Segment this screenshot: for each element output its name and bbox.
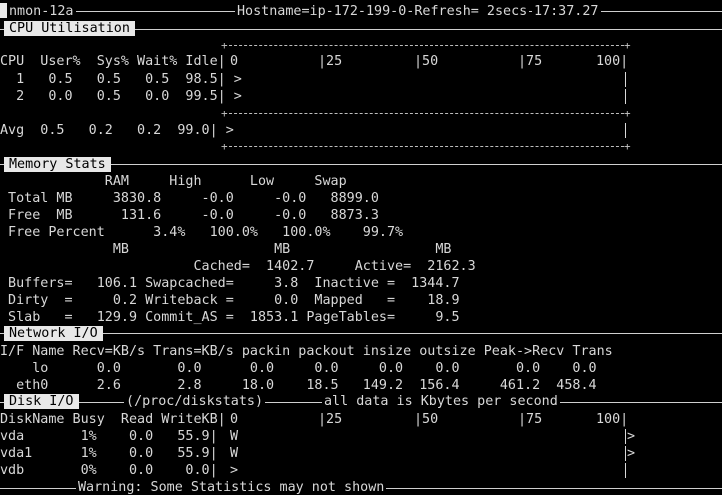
disk-source-path: /proc/diskstats bbox=[134, 394, 255, 409]
memory-total: Total MB 3830.8 -0.0 -0.0 8899.0 bbox=[0, 191, 379, 206]
network-row-lo: lo 0.0 0.0 0.0 0.0 0.0 0.0 0.0 0.0 bbox=[0, 361, 597, 376]
disk-bar-vdb: > bbox=[230, 463, 239, 478]
memory-dirty: Dirty = 0.2 Writeback = 0.0 Mapped = 18.… bbox=[0, 293, 460, 308]
disk-bar-end-vda: > bbox=[627, 429, 636, 444]
bar-end bbox=[625, 123, 626, 138]
disk-bar-vda: W bbox=[230, 429, 239, 444]
scale-50: |50 bbox=[414, 412, 439, 427]
scale-50: |50 bbox=[414, 54, 439, 69]
memory-free-percent: Free Percent 3.4% 100.0% 100.0% 99.7% bbox=[0, 225, 404, 240]
bar-end bbox=[625, 429, 626, 444]
corner-marker: + bbox=[624, 140, 631, 153]
scale-75: |75 bbox=[518, 412, 543, 427]
disk-scale: 0 |25 |50 |75 100| bbox=[224, 411, 629, 428]
disk-section-title: Disk I/O bbox=[4, 394, 79, 409]
memory-slab: Slab = 129.9 Commit_AS = 1853.1 PageTabl… bbox=[0, 310, 460, 325]
disk-bar-end-vda1: > bbox=[627, 446, 636, 461]
disk-source-label: (/proc/diskstats) bbox=[124, 394, 266, 409]
disk-bar-vda1: W bbox=[230, 446, 239, 461]
scale-100: 100| bbox=[596, 54, 629, 69]
memory-cached-active: Cached= 1402.7 Active= 2162.3 bbox=[0, 259, 476, 274]
warning-text: Warning: Some Statistics may not shown bbox=[76, 480, 387, 495]
hostname-refresh: Hostname=ip-172-199-0-Refresh= 2secs bbox=[235, 3, 530, 20]
network-section-title: Network I/O bbox=[4, 326, 103, 341]
app-version: nmon-12a bbox=[7, 3, 76, 20]
scale-0: 0 bbox=[230, 412, 239, 427]
scale-100: 100| bbox=[596, 412, 629, 427]
corner-marker: + bbox=[624, 107, 631, 120]
memory-header: RAM High Low Swap bbox=[0, 174, 347, 189]
scale-0: 0 bbox=[230, 54, 239, 69]
cursor-block bbox=[0, 3, 7, 18]
memory-section-title: Memory Stats bbox=[4, 157, 111, 172]
clock: 17:37.27 bbox=[532, 3, 601, 20]
scale-25: |25 bbox=[318, 54, 343, 69]
corner-marker: + bbox=[221, 39, 228, 52]
corner-marker: + bbox=[221, 140, 228, 153]
cpu-scale: 0 |25 |50 |75 100| bbox=[224, 53, 629, 70]
memory-units: MB MB MB bbox=[0, 242, 452, 257]
network-section-rule bbox=[0, 333, 722, 334]
bar-end bbox=[625, 89, 626, 104]
memory-free: Free MB 131.6 -0.0 -0.0 8873.3 bbox=[0, 208, 379, 223]
bar-end bbox=[625, 463, 626, 478]
cpu-chart-bottom-border bbox=[224, 146, 629, 147]
corner-marker: + bbox=[221, 107, 228, 120]
network-header: I/F Name Recv=KB/s Trans=KB/s packin pac… bbox=[0, 344, 613, 359]
bar-end bbox=[625, 446, 626, 461]
nmon-terminal: nmon-12a Hostname=ip-172-199-0-Refresh= … bbox=[0, 0, 722, 495]
scale-75: |75 bbox=[518, 54, 543, 69]
network-row-eth0: eth0 2.6 2.8 18.0 18.5 149.2 156.4 461.2… bbox=[0, 378, 597, 393]
bar-end bbox=[625, 72, 626, 87]
scale-25: |25 bbox=[318, 412, 343, 427]
memory-buffers: Buffers= 106.1 Swapcached= 3.8 Inactive … bbox=[0, 276, 460, 291]
cpu-chart-separator bbox=[224, 113, 629, 114]
cpu-section-title: CPU Utilisation bbox=[4, 21, 135, 36]
corner-marker: + bbox=[624, 39, 631, 52]
cpu-chart-top-border bbox=[224, 45, 629, 46]
disk-units-note: all data is Kbytes per second bbox=[322, 394, 560, 409]
